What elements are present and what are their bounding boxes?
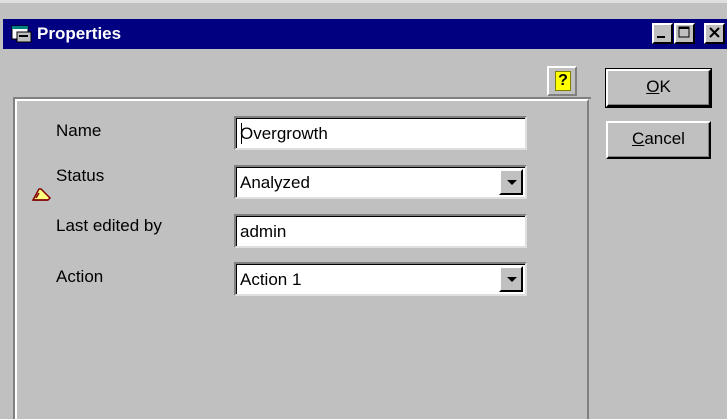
close-icon [709, 27, 720, 38]
status-dropdown-button[interactable] [499, 169, 523, 195]
window-title: Properties [37, 24, 122, 43]
name-label: Name [56, 121, 102, 140]
action-label: Action [56, 267, 104, 286]
minimize-icon [657, 36, 665, 38]
help-button[interactable]: ? [547, 66, 577, 96]
properties-dialog: Properties ? Name Overgrowth Status Anal… [0, 0, 727, 419]
last-edited-by-value: admin [240, 222, 287, 241]
maximize-icon [678, 26, 690, 38]
close-button[interactable] [704, 23, 725, 44]
edit-pencil-icon [31, 188, 52, 201]
action-dropdown[interactable]: Action 1 [234, 262, 527, 296]
properties-icon [11, 25, 32, 43]
title-bar[interactable]: Properties [3, 19, 727, 49]
status-value: Analyzed [240, 173, 310, 192]
name-value: Overgrowth [240, 124, 328, 143]
chevron-down-icon [507, 180, 517, 185]
name-field[interactable]: Overgrowth [234, 116, 527, 150]
ok-button[interactable]: OK [605, 68, 712, 108]
minimize-button[interactable] [652, 23, 673, 44]
action-dropdown-button[interactable] [499, 266, 523, 292]
chevron-down-icon [507, 277, 517, 282]
maximize-button[interactable] [674, 23, 695, 44]
last-edited-by-label: Last edited by [56, 216, 162, 235]
help-question-icon: ? [555, 71, 571, 91]
action-value: Action 1 [240, 270, 302, 289]
last-edited-by-field[interactable]: admin [234, 214, 527, 248]
status-dropdown[interactable]: Analyzed [234, 165, 527, 199]
status-label: Status [56, 166, 105, 185]
cancel-button[interactable]: Cancel [606, 121, 711, 159]
